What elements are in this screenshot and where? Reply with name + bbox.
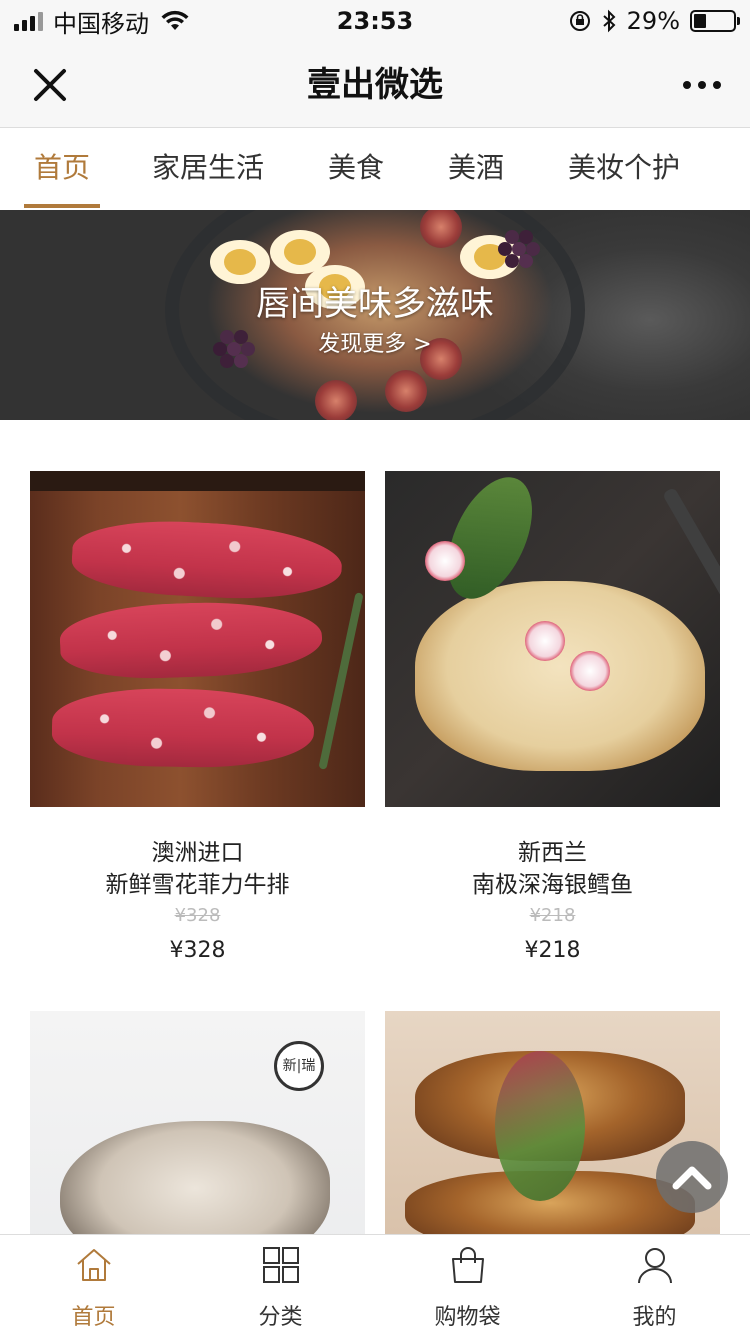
oyster: [60, 1121, 330, 1234]
product-name: 新鲜雪花菲力牛排: [105, 872, 290, 898]
tab-food[interactable]: 美食: [322, 128, 390, 210]
product-price: ¥328: [169, 938, 226, 963]
shopping-bag-icon: [451, 1247, 484, 1283]
page-title: 壹出微选: [307, 65, 443, 105]
user-icon: [637, 1248, 672, 1284]
bluetooth-icon: [602, 9, 616, 33]
product-name: 南极深海银鳕鱼: [472, 872, 633, 898]
fish-steak: [415, 581, 705, 771]
category-tabs: 首页 家居生活 美食 美酒 美妆个护: [0, 128, 750, 210]
bottom-tab-me[interactable]: 我的: [561, 1235, 748, 1335]
bottom-tab-category[interactable]: 分类: [187, 1235, 374, 1335]
product-original-price: ¥218: [529, 905, 576, 926]
status-bar: 中国移动 23:53 29%: [0, 0, 750, 42]
tab-home[interactable]: 首页: [24, 128, 100, 210]
fork: [661, 486, 720, 616]
banner-title: 唇间美味多滋味: [256, 284, 494, 324]
greens: [495, 1051, 585, 1201]
bottom-tab-label: 我的: [632, 1305, 677, 1330]
tab-label: 美酒: [447, 151, 504, 184]
banner-grapes: [505, 230, 519, 244]
bottom-tab-label: 首页: [71, 1305, 116, 1330]
steak: [70, 515, 344, 605]
banner-fig: [315, 380, 357, 420]
nav-bar: 壹出微选: [0, 42, 750, 128]
tab-active-indicator: [24, 204, 100, 208]
bottom-tab-bar: 首页 分类 购物袋 我的: [0, 1234, 750, 1334]
product-image-oyster: 新|瑞: [30, 1011, 365, 1234]
bottom-tab-bag[interactable]: 购物袋: [374, 1235, 561, 1335]
product-card-beef[interactable]: 澳洲进口 新鲜雪花菲力牛排 ¥328 ¥328: [30, 471, 365, 991]
more-button[interactable]: [678, 64, 726, 106]
banner-fig: [385, 370, 427, 412]
steak: [58, 598, 324, 682]
bottom-tab-home[interactable]: 首页: [0, 1235, 187, 1335]
promo-banner[interactable]: 唇间美味多滋味 发现更多 >: [0, 210, 750, 420]
tab-wine[interactable]: 美酒: [442, 128, 510, 210]
product-price: ¥218: [524, 938, 581, 963]
more-icon: [683, 81, 691, 89]
product-original-price: ¥328: [174, 905, 221, 926]
tab-label: 家居生活: [151, 151, 264, 184]
radish: [570, 651, 610, 691]
grid-icon: [262, 1247, 299, 1283]
tab-home-living[interactable]: 家居生活: [148, 128, 268, 210]
brand-badge: 新|瑞: [274, 1041, 324, 1091]
rosemary: [318, 592, 364, 770]
battery-icon: [690, 10, 740, 32]
rotation-lock-icon: [569, 11, 590, 31]
close-button[interactable]: [26, 61, 74, 109]
radish: [425, 541, 465, 581]
chevron-up-icon: [672, 1166, 712, 1190]
close-icon: [34, 69, 66, 101]
bottom-tab-label: 分类: [258, 1305, 303, 1330]
status-right: 29%: [569, 4, 740, 38]
product-image-beef: [30, 471, 365, 807]
tab-beauty[interactable]: 美妆个护: [562, 128, 686, 210]
tab-label: 美妆个护: [567, 151, 680, 184]
product-image-cod: [385, 471, 720, 807]
product-origin: 澳洲进口: [151, 840, 244, 866]
product-origin: 新西兰: [518, 840, 587, 866]
banner-more-link[interactable]: 发现更多 >: [0, 326, 750, 358]
home-icon: [76, 1249, 111, 1281]
steak: [51, 686, 315, 770]
scroll-to-top-button[interactable]: [656, 1141, 728, 1213]
radish: [525, 621, 565, 661]
product-card-cod[interactable]: 新西兰 南极深海银鳕鱼 ¥218 ¥218: [385, 471, 720, 991]
bottom-tab-label: 购物袋: [434, 1305, 501, 1330]
tab-label: 首页: [33, 151, 90, 184]
tab-label: 美食: [327, 151, 384, 184]
product-card-oyster[interactable]: 新|瑞: [30, 1011, 365, 1234]
battery-percent: 29%: [626, 7, 680, 35]
